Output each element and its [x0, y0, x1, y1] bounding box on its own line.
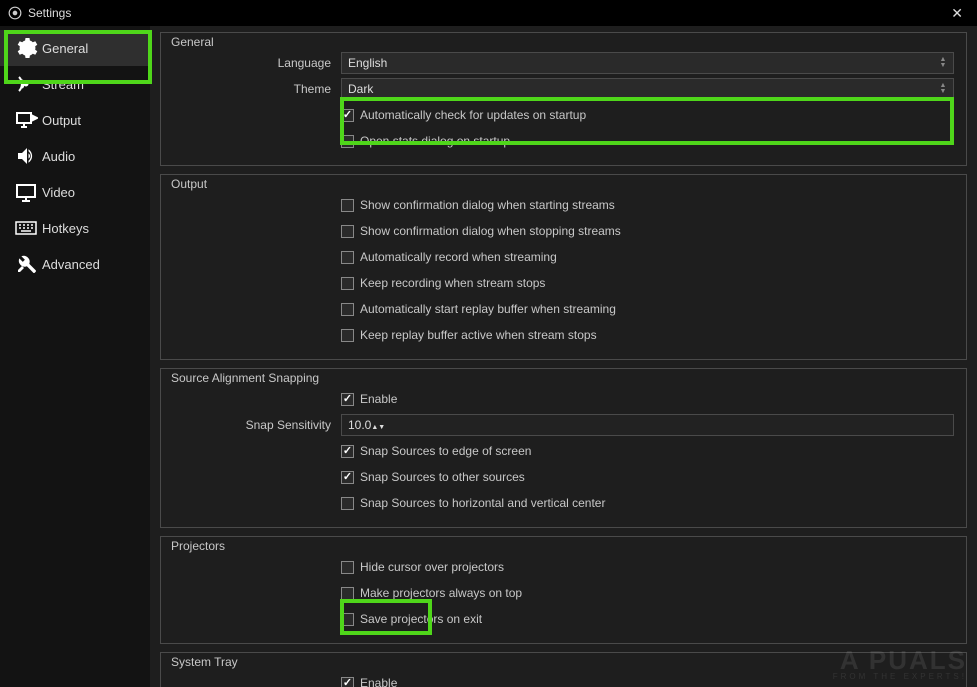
- snap-center-checkbox[interactable]: Snap Sources to horizontal and vertical …: [341, 494, 954, 512]
- hide-cursor-checkbox[interactable]: Hide cursor over projectors: [341, 558, 954, 576]
- group-general: General Language English ▲▼ Theme Dark ▲…: [160, 32, 967, 166]
- stream-icon: [14, 72, 42, 96]
- save-exit-checkbox[interactable]: Save projectors on exit: [341, 610, 954, 628]
- snap-edge-checkbox[interactable]: Snap Sources to edge of screen: [341, 442, 954, 460]
- window-title: Settings: [28, 6, 71, 20]
- sidebar-item-advanced[interactable]: Advanced: [0, 246, 150, 282]
- obs-logo-icon: [8, 6, 22, 20]
- group-title: Source Alignment Snapping: [171, 371, 319, 385]
- theme-label: Theme: [173, 82, 341, 96]
- auto-update-checkbox[interactable]: Automatically check for updates on start…: [341, 106, 954, 124]
- sidebar-item-label: Output: [42, 113, 81, 128]
- group-projectors: Projectors Hide cursor over projectors M…: [160, 536, 967, 644]
- close-button[interactable]: ✕: [945, 5, 969, 22]
- auto-replay-checkbox[interactable]: Automatically start replay buffer when s…: [341, 300, 954, 318]
- snap-sensitivity-label: Snap Sensitivity: [173, 418, 341, 432]
- sidebar-item-label: Video: [42, 185, 75, 200]
- group-title: General: [171, 35, 214, 49]
- watermark: A PUALS FROM THE EXPERTS!: [833, 647, 967, 681]
- keyboard-icon: [14, 216, 42, 240]
- confirm-stop-checkbox[interactable]: Show confirmation dialog when stopping s…: [341, 222, 954, 240]
- language-select[interactable]: English ▲▼: [341, 52, 954, 74]
- chevron-updown-icon: ▲▼: [936, 53, 950, 73]
- theme-select[interactable]: Dark ▲▼: [341, 78, 954, 100]
- content-panel: General Language English ▲▼ Theme Dark ▲…: [150, 26, 977, 687]
- sidebar-item-audio[interactable]: Audio: [0, 138, 150, 174]
- group-snapping: Source Alignment Snapping Enable Snap Se…: [160, 368, 967, 528]
- sidebar-item-label: Advanced: [42, 257, 100, 272]
- sidebar-item-stream[interactable]: Stream: [0, 66, 150, 102]
- sidebar-item-hotkeys[interactable]: Hotkeys: [0, 210, 150, 246]
- audio-icon: [14, 144, 42, 168]
- sidebar-item-general[interactable]: General: [0, 30, 150, 66]
- sidebar-item-video[interactable]: Video: [0, 174, 150, 210]
- always-top-checkbox[interactable]: Make projectors always on top: [341, 584, 954, 602]
- output-icon: [14, 108, 42, 132]
- chevron-updown-icon: ▲▼: [371, 418, 385, 432]
- gear-icon: [14, 36, 42, 60]
- keep-recording-checkbox[interactable]: Keep recording when stream stops: [341, 274, 954, 292]
- sidebar-item-label: General: [42, 41, 88, 56]
- group-output: Output Show confirmation dialog when sta…: [160, 174, 967, 360]
- sidebar-item-label: Audio: [42, 149, 75, 164]
- tools-icon: [14, 252, 42, 276]
- sidebar: General Stream Output Audio Video: [0, 26, 150, 687]
- snap-enable-checkbox[interactable]: Enable: [341, 390, 954, 408]
- language-label: Language: [173, 56, 341, 70]
- open-stats-checkbox[interactable]: Open stats dialog on startup: [341, 132, 954, 150]
- group-title: System Tray: [171, 655, 238, 669]
- auto-record-checkbox[interactable]: Automatically record when streaming: [341, 248, 954, 266]
- snap-sensitivity-input[interactable]: 10.0 ▲▼: [341, 414, 954, 436]
- titlebar: Settings ✕: [0, 0, 977, 26]
- snap-other-checkbox[interactable]: Snap Sources to other sources: [341, 468, 954, 486]
- sidebar-item-label: Stream: [42, 77, 84, 92]
- sidebar-item-output[interactable]: Output: [0, 102, 150, 138]
- confirm-start-checkbox[interactable]: Show confirmation dialog when starting s…: [341, 196, 954, 214]
- video-icon: [14, 180, 42, 204]
- sidebar-item-label: Hotkeys: [42, 221, 89, 236]
- group-title: Projectors: [171, 539, 225, 553]
- group-title: Output: [171, 177, 207, 191]
- chevron-updown-icon: ▲▼: [936, 79, 950, 99]
- keep-replay-checkbox[interactable]: Keep replay buffer active when stream st…: [341, 326, 954, 344]
